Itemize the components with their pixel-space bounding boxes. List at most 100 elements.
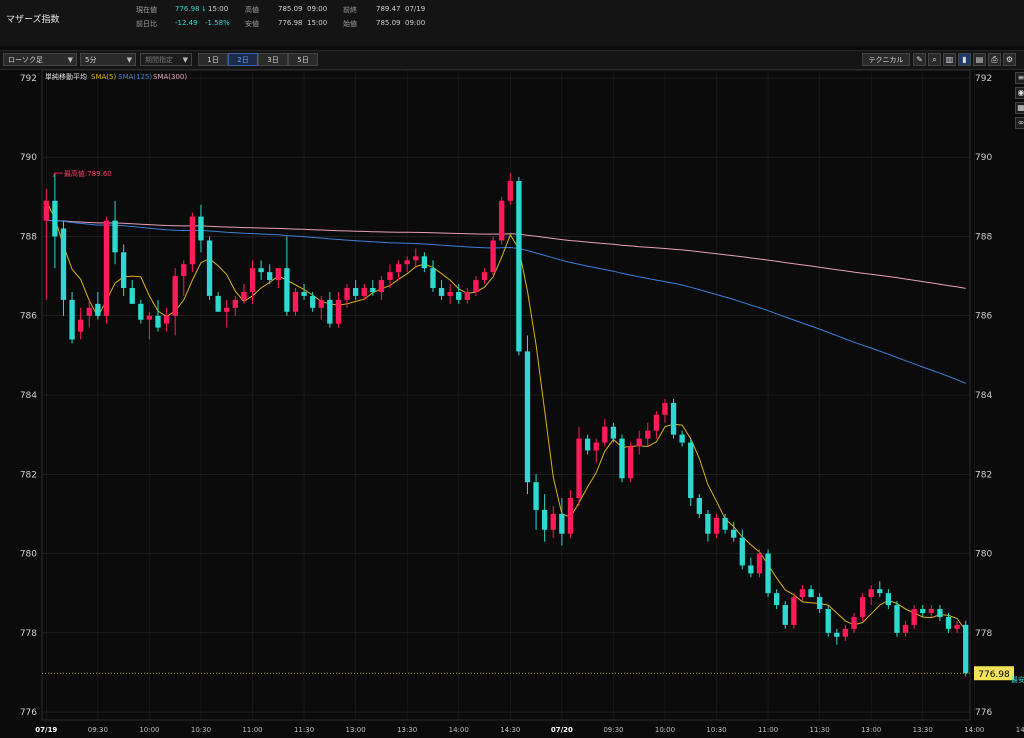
candle[interactable] bbox=[404, 256, 410, 273]
candle[interactable] bbox=[868, 585, 874, 606]
candle[interactable] bbox=[885, 589, 892, 610]
candle[interactable] bbox=[138, 299, 144, 324]
candle[interactable] bbox=[928, 605, 934, 617]
candle[interactable] bbox=[215, 291, 221, 312]
candle[interactable] bbox=[576, 426, 582, 506]
candle[interactable] bbox=[550, 505, 556, 538]
candle[interactable] bbox=[739, 529, 745, 570]
candlestick-chart[interactable]: 792 792 790 790 788 788 786 786 784 784 782 782 780 7… bbox=[0, 0, 1024, 738]
candle[interactable] bbox=[413, 248, 419, 269]
candle[interactable] bbox=[696, 494, 702, 518]
candle[interactable] bbox=[352, 280, 359, 300]
candle[interactable] bbox=[713, 513, 720, 538]
candle[interactable] bbox=[258, 260, 264, 281]
candle[interactable] bbox=[902, 620, 909, 637]
candle[interactable] bbox=[163, 307, 170, 332]
candle[interactable] bbox=[421, 252, 428, 273]
candle[interactable] bbox=[602, 418, 608, 447]
candle[interactable] bbox=[799, 585, 806, 602]
candle[interactable] bbox=[60, 220, 67, 316]
candle[interactable] bbox=[120, 244, 127, 296]
candle[interactable] bbox=[533, 474, 539, 530]
candle[interactable] bbox=[859, 593, 866, 621]
candle[interactable] bbox=[791, 593, 797, 629]
candle[interactable] bbox=[636, 430, 642, 455]
candle[interactable] bbox=[679, 430, 685, 447]
candle[interactable] bbox=[43, 188, 49, 300]
candle[interactable] bbox=[172, 268, 178, 336]
candle[interactable] bbox=[473, 276, 479, 296]
candle[interactable] bbox=[825, 605, 831, 637]
candle[interactable] bbox=[464, 287, 470, 304]
candle[interactable] bbox=[395, 260, 402, 281]
candle[interactable] bbox=[748, 557, 754, 578]
candle[interactable] bbox=[567, 490, 574, 538]
candle[interactable] bbox=[206, 236, 213, 300]
candle[interactable] bbox=[189, 212, 196, 273]
candle[interactable] bbox=[816, 593, 823, 613]
candle[interactable] bbox=[877, 581, 883, 598]
candle[interactable] bbox=[722, 513, 728, 534]
candle[interactable] bbox=[438, 280, 445, 300]
candle[interactable] bbox=[705, 509, 711, 542]
candle[interactable] bbox=[301, 284, 307, 300]
candle[interactable] bbox=[834, 628, 840, 645]
candle[interactable] bbox=[181, 260, 187, 296]
candle[interactable] bbox=[782, 601, 788, 629]
candle[interactable] bbox=[481, 268, 488, 285]
candle[interactable] bbox=[920, 605, 926, 617]
candle[interactable] bbox=[653, 410, 660, 439]
candle[interactable] bbox=[327, 291, 333, 328]
candle[interactable] bbox=[894, 601, 900, 637]
candle[interactable] bbox=[516, 177, 522, 356]
candle[interactable] bbox=[284, 236, 290, 316]
candle[interactable] bbox=[447, 284, 453, 304]
candle[interactable] bbox=[69, 291, 75, 344]
candle[interactable] bbox=[241, 284, 247, 304]
candle[interactable] bbox=[275, 268, 281, 288]
candle[interactable] bbox=[911, 605, 917, 629]
candle[interactable] bbox=[645, 422, 651, 447]
candle[interactable] bbox=[310, 291, 316, 312]
candle[interactable] bbox=[584, 434, 591, 455]
candle[interactable] bbox=[129, 280, 135, 304]
candle[interactable] bbox=[430, 260, 436, 292]
candle[interactable] bbox=[963, 620, 969, 677]
candle[interactable] bbox=[542, 494, 548, 542]
candle[interactable] bbox=[52, 173, 58, 269]
candle[interactable] bbox=[774, 589, 780, 610]
candle[interactable] bbox=[292, 287, 299, 316]
candle[interactable] bbox=[765, 549, 771, 598]
candle[interactable] bbox=[842, 624, 849, 641]
candle[interactable] bbox=[593, 438, 599, 463]
candle[interactable] bbox=[662, 398, 668, 423]
candle-body bbox=[533, 482, 539, 510]
candle[interactable] bbox=[198, 204, 204, 253]
candle[interactable] bbox=[232, 295, 238, 316]
candle[interactable] bbox=[954, 620, 960, 633]
candle-body bbox=[696, 498, 702, 514]
candle[interactable] bbox=[808, 585, 814, 598]
candle[interactable] bbox=[112, 200, 118, 265]
candle[interactable] bbox=[627, 442, 634, 483]
candle-body bbox=[249, 268, 256, 292]
candle[interactable] bbox=[146, 311, 153, 340]
candle[interactable] bbox=[507, 173, 513, 205]
candle[interactable] bbox=[490, 236, 496, 277]
candle[interactable] bbox=[378, 276, 385, 300]
candle[interactable] bbox=[851, 612, 857, 633]
candle[interactable] bbox=[524, 335, 531, 495]
candle[interactable] bbox=[499, 196, 505, 245]
candle[interactable] bbox=[224, 299, 230, 328]
candle[interactable] bbox=[335, 291, 342, 328]
candle[interactable] bbox=[670, 398, 677, 439]
candle[interactable] bbox=[610, 422, 617, 443]
y-tick-label-left: 780 bbox=[20, 550, 37, 560]
candle[interactable] bbox=[78, 307, 84, 340]
candle[interactable] bbox=[103, 216, 110, 324]
candle[interactable] bbox=[937, 605, 943, 621]
candle[interactable] bbox=[95, 291, 101, 320]
candle[interactable] bbox=[756, 549, 763, 578]
candle[interactable] bbox=[688, 438, 694, 506]
candle[interactable] bbox=[619, 434, 625, 483]
